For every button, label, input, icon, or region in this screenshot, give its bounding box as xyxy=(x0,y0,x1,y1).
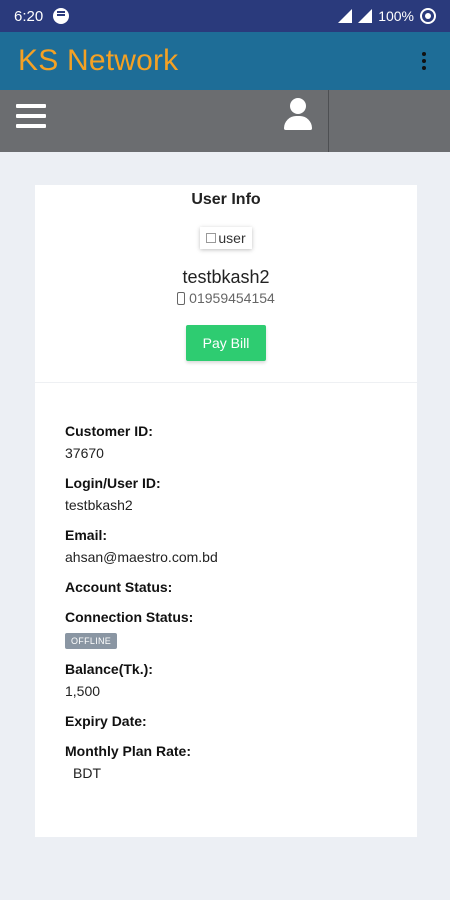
status-time: 6:20 xyxy=(14,7,44,25)
avatar-alt-text: user xyxy=(218,230,246,246)
balance-label: Balance(Tk.): xyxy=(65,661,153,677)
cell-signal-icon xyxy=(358,9,373,23)
mobile-phone-icon xyxy=(177,291,186,305)
customer-id-value: 37670 xyxy=(65,445,104,461)
email-value: ahsan@maestro.com.bd xyxy=(65,549,218,565)
avatar: user xyxy=(200,227,252,249)
message-notification-icon xyxy=(53,8,70,24)
status-badge: OFFLINE xyxy=(65,633,118,649)
email-label: Email: xyxy=(65,527,108,543)
username: testbkash2 xyxy=(182,267,270,287)
app-bar: KS Network xyxy=(0,32,450,90)
login-id-label: Login/User ID: xyxy=(65,475,161,491)
wifi-signal-icon xyxy=(338,9,353,23)
menu-icon[interactable] xyxy=(16,104,46,128)
toolbar xyxy=(0,90,450,152)
expiry-date-label: Expiry Date: xyxy=(65,713,147,729)
app-title: KS Network xyxy=(18,44,179,77)
phone-number: 01959454154 xyxy=(35,290,417,306)
login-id-value: testbkash2 xyxy=(65,497,133,513)
battery-level: 100% xyxy=(378,8,414,24)
connection-status-label: Connection Status: xyxy=(65,609,194,625)
pay-bill-button[interactable]: Pay Bill xyxy=(186,325,266,361)
overflow-menu-icon[interactable] xyxy=(416,46,432,76)
user-info-header: User Info user testbkash2 01959454154 Pa… xyxy=(35,185,417,383)
sync-status-icon xyxy=(420,8,436,24)
user-profile-icon[interactable] xyxy=(282,98,314,134)
broken-image-icon xyxy=(206,233,217,243)
customer-id-label: Customer ID: xyxy=(65,423,153,439)
toolbar-divider xyxy=(328,90,329,152)
balance-value: 1,500 xyxy=(65,683,101,699)
monthly-plan-rate-value: BDT xyxy=(73,765,101,781)
connection-status-badge-wrap: OFFLINE xyxy=(65,631,118,649)
account-status-label: Account Status: xyxy=(65,579,173,595)
user-info-card: User Info user testbkash2 01959454154 Pa… xyxy=(35,185,417,837)
card-title: User Info xyxy=(191,191,261,208)
status-bar: 6:20 100% xyxy=(0,0,450,32)
phone-value: 01959454154 xyxy=(189,290,275,306)
monthly-plan-rate-label: Monthly Plan Rate: xyxy=(65,743,192,759)
